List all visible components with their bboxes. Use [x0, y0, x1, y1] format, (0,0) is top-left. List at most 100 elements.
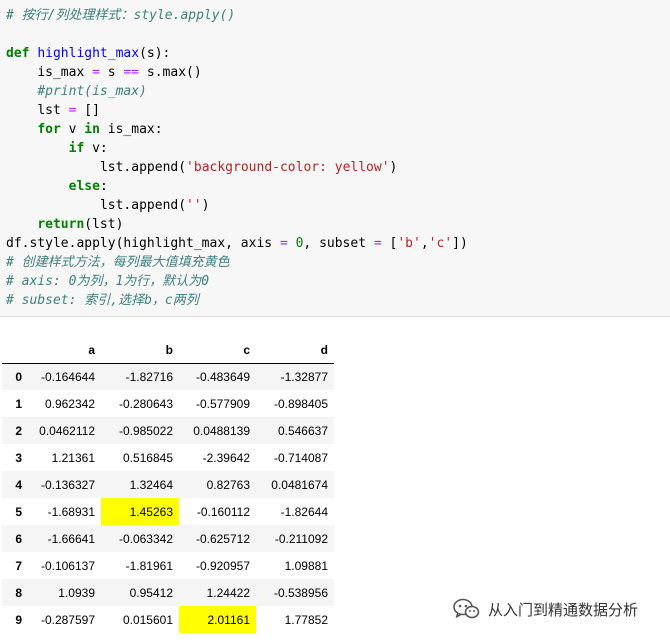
- code-token: df.style.apply(highlight_max, axis: [6, 236, 280, 251]
- table-cell: 0.0462112: [39, 423, 95, 438]
- table-cell: 1.0939: [58, 585, 95, 600]
- code-line: # 按行/列处理样式：style.apply(): [6, 6, 235, 25]
- code-line: #print(is_max): [37, 82, 147, 101]
- table-cell: -0.160112: [196, 504, 250, 519]
- code-token: lst.append(: [99, 160, 187, 175]
- code-token: '': [186, 198, 202, 213]
- code-token: is_max:: [99, 122, 163, 137]
- code-token: ): [389, 160, 398, 175]
- code-line: else:: [69, 177, 108, 196]
- code-token: is_max: [37, 65, 93, 80]
- highlighted-cell: 2.01161: [179, 606, 256, 633]
- table-row: 0 -0.164644 -1.82716 -0.483649 -1.32877: [2, 363, 334, 390]
- row-index: 0: [15, 369, 22, 384]
- code-line: for v in is_max:: [37, 120, 162, 139]
- code-token: (lst): [84, 217, 124, 232]
- table-cell: -1.82716: [125, 369, 173, 384]
- code-cell[interactable]: # 按行/列处理样式：style.apply() def highlight_ma…: [0, 0, 670, 317]
- code-line: df.style.apply(highlight_max, axis = 0, …: [6, 234, 468, 253]
- code-token: return: [37, 217, 85, 232]
- table-row: 1 0.962342 -0.280643 -0.577909 -0.898405: [2, 390, 334, 417]
- code-token: in: [84, 122, 100, 137]
- watermark-text: 从入门到精通数据分析: [488, 600, 639, 619]
- table-cell: -0.898405: [273, 396, 328, 411]
- table-cell: 0.0488139: [193, 423, 250, 438]
- table-cell: -0.714087: [273, 450, 328, 465]
- code-token: v:: [84, 141, 108, 156]
- column-header-a: a: [28, 337, 101, 364]
- code-token: 'c': [428, 236, 453, 251]
- table-cell: -2.39642: [202, 450, 250, 465]
- table-cell: -0.136327: [40, 477, 95, 492]
- table-cell: -0.538956: [273, 585, 328, 600]
- column-header-c: c: [179, 337, 256, 364]
- table-cell: -0.063342: [118, 531, 173, 546]
- table-cell: -0.625712: [195, 531, 250, 546]
- table-row: 2 0.0462112 -0.985022 0.0488139 0.546637: [2, 417, 334, 444]
- table-cell: -1.66641: [47, 531, 95, 546]
- code-token: lst.append(: [99, 198, 187, 213]
- code-token: []: [76, 103, 100, 118]
- row-index: 4: [15, 477, 22, 492]
- code-token: [: [381, 236, 398, 251]
- code-token: #print(is_max): [37, 84, 147, 99]
- code-token: # subset: 索引,选择b，c两列: [6, 293, 199, 308]
- code-line: return(lst): [37, 215, 123, 234]
- watermark: 从入门到精通数据分析: [452, 597, 638, 621]
- code-line: def highlight_max(s):: [6, 44, 170, 63]
- table-cell: 0.95412: [129, 585, 173, 600]
- code-token: :: [99, 179, 108, 194]
- table-cell: -1.82644: [280, 504, 328, 519]
- code-token: =: [373, 236, 382, 251]
- column-header-d: d: [256, 337, 334, 364]
- code-token: if: [68, 141, 85, 156]
- code-line: lst = []: [37, 101, 100, 120]
- highlighted-cell: 1.45263: [101, 498, 179, 525]
- row-index: 1: [15, 396, 22, 411]
- table-cell: 1.09881: [284, 558, 328, 573]
- code-token: # axis: 0为列，1为行，默认为0: [6, 274, 210, 289]
- table-row: 5 -1.68931 1.45263 -0.160112 -1.82644: [2, 498, 334, 525]
- table-header-row: a b c d: [2, 337, 334, 364]
- table-cell: -1.68931: [47, 504, 95, 519]
- table-cell: -0.287597: [40, 612, 95, 627]
- table-cell: -0.280643: [118, 396, 173, 411]
- code-token: (s):: [139, 46, 171, 61]
- table-cell: -0.164644: [40, 369, 95, 384]
- table-cell: 1.21361: [51, 450, 95, 465]
- code-token: 'background-color: yellow': [186, 160, 390, 175]
- wechat-icon: [453, 598, 480, 619]
- table-row: 9 -0.287597 0.015601 2.01161 1.77852: [2, 606, 334, 633]
- table-cell: -0.920957: [195, 558, 250, 573]
- row-index: 3: [15, 450, 22, 465]
- code-token: # 创建样式方法，每列最大值填充黄色: [6, 255, 230, 270]
- code-line: # 创建样式方法，每列最大值填充黄色: [6, 253, 230, 272]
- code-token: def: [6, 46, 30, 61]
- table-cell: 0.962342: [44, 396, 95, 411]
- table-row: 3 1.21361 0.516845 -2.39642 -0.714087: [2, 444, 334, 471]
- code-token: ==: [123, 65, 140, 80]
- table-row: 8 1.0939 0.95412 1.24422 -0.538956: [2, 579, 334, 606]
- row-index: 6: [15, 531, 22, 546]
- code-token: =: [279, 236, 288, 251]
- code-token: else: [68, 179, 100, 194]
- table-row: 4 -0.136327 1.32464 0.82763 0.0481674: [2, 471, 334, 498]
- table-cell: -1.81961: [125, 558, 173, 573]
- code-token: s: [99, 65, 124, 80]
- table-cell: 0.82763: [206, 477, 250, 492]
- table-cell: -0.985022: [118, 423, 173, 438]
- column-header-b: b: [101, 337, 179, 364]
- code-token: , subset: [303, 236, 374, 251]
- code-token: for: [37, 122, 61, 137]
- row-index: 5: [15, 504, 22, 519]
- table-cell: -0.577909: [195, 396, 250, 411]
- code-token: ,: [420, 236, 429, 251]
- index-header: [2, 337, 28, 364]
- code-line: is_max = s == s.max(): [37, 63, 201, 82]
- table-cell: 1.77852: [284, 612, 328, 627]
- row-index: 8: [15, 585, 22, 600]
- table-cell: 0.546637: [277, 423, 328, 438]
- table-cell: -1.32877: [280, 369, 328, 384]
- code-token: v: [60, 122, 85, 137]
- table-row: 7 -0.106137 -1.81961 -0.920957 1.09881: [2, 552, 334, 579]
